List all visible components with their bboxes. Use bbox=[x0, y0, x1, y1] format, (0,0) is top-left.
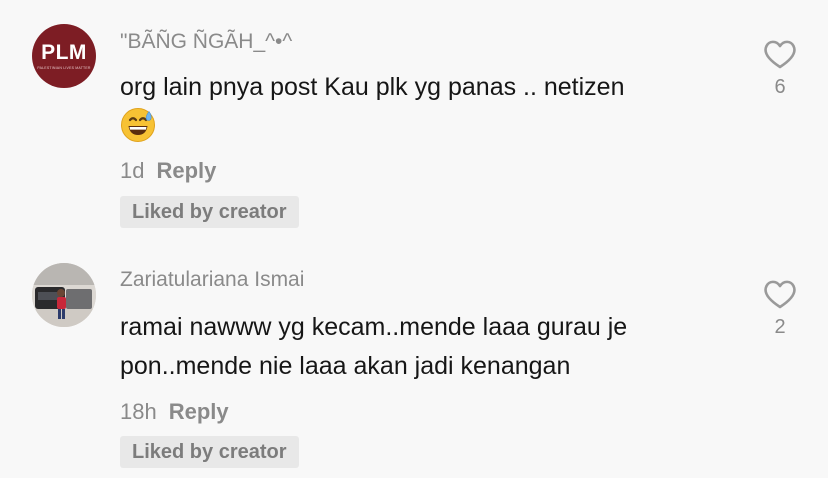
avatar[interactable] bbox=[32, 263, 96, 327]
reply-button[interactable]: Reply bbox=[156, 158, 216, 183]
avatar-logo-subtext: PALESTINIAN LIVES MATTER bbox=[37, 66, 91, 70]
avatar-logo-text: PLM bbox=[41, 41, 87, 64]
avatar-photo bbox=[32, 263, 96, 327]
liked-by-creator-badge: Liked by creator bbox=[120, 436, 299, 468]
reply-button[interactable]: Reply bbox=[169, 399, 229, 424]
heart-outline-icon bbox=[764, 40, 796, 69]
comment-item: PLM PALESTINIAN LIVES MATTER "BÃÑG ÑGÃH_… bbox=[0, 0, 828, 240]
comment-text: org lain pnya post Kau plk yg panas .. n… bbox=[120, 68, 730, 147]
comment-text-content: org lain pnya post Kau plk yg panas .. n… bbox=[120, 73, 625, 101]
comment-meta: 18h Reply bbox=[120, 399, 229, 425]
comment-username[interactable]: "BÃÑG ÑGÃH_^•^ bbox=[120, 30, 292, 54]
like-count: 6 bbox=[774, 76, 786, 98]
comment-meta: 1d Reply bbox=[120, 158, 216, 184]
comment-text: ramai nawww yg kecam..mende laaa gurau j… bbox=[120, 313, 628, 380]
like-count: 2 bbox=[774, 316, 786, 338]
like-button[interactable]: 6 bbox=[760, 38, 800, 99]
comment-username[interactable]: Zariatulariana Ismai bbox=[120, 268, 304, 292]
liked-by-creator-badge: Liked by creator bbox=[120, 196, 299, 228]
comment-item: Zariatulariana Ismai ramai nawww yg keca… bbox=[0, 240, 828, 478]
comment-time: 18h bbox=[120, 399, 157, 424]
avatar[interactable]: PLM PALESTINIAN LIVES MATTER bbox=[32, 24, 96, 88]
like-button[interactable]: 2 bbox=[760, 278, 800, 339]
comment-time: 1d bbox=[120, 158, 145, 183]
grinning-face-with-sweat-icon bbox=[121, 108, 155, 142]
heart-outline-icon bbox=[764, 280, 796, 309]
